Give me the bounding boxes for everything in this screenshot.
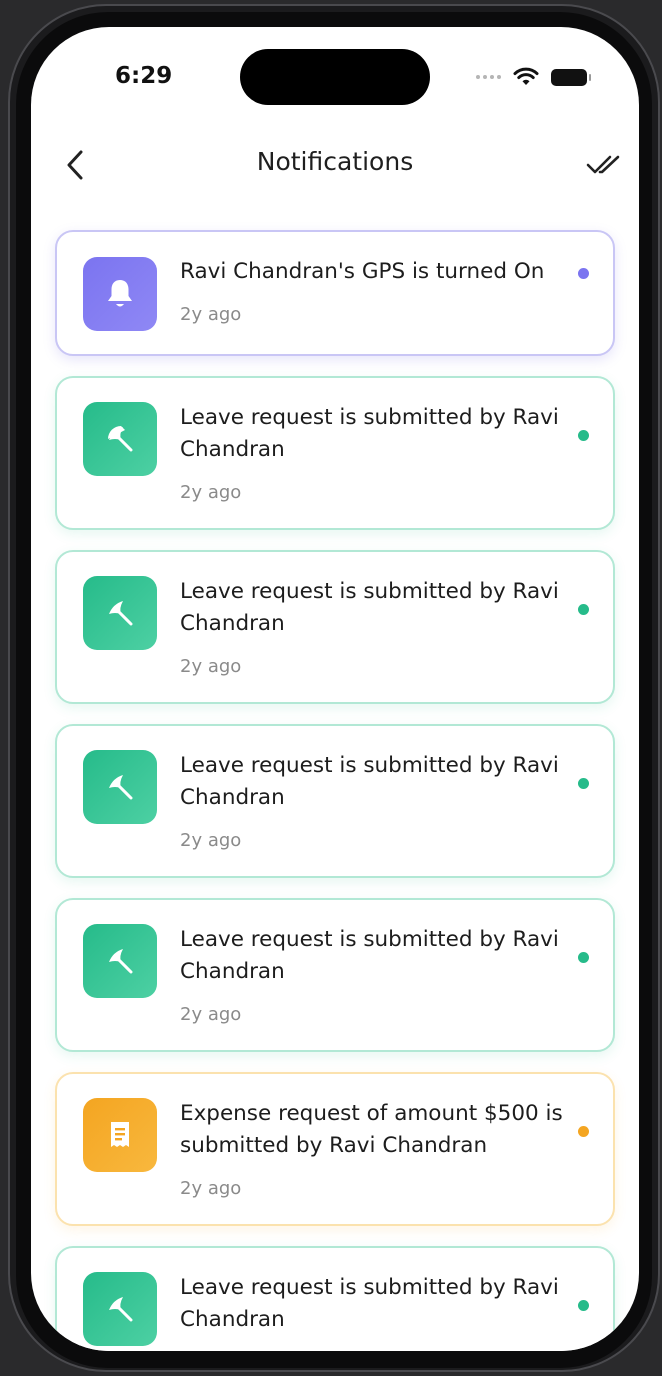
notification-icon-box	[83, 750, 157, 824]
unread-dot	[578, 952, 589, 963]
notification-message: Expense request of amount $500 is submit…	[180, 1101, 563, 1158]
umbrella-icon	[109, 775, 133, 800]
notification-message: Leave request is submitted by Ravi Chand…	[180, 579, 559, 636]
wifi-icon	[513, 67, 539, 85]
notification-card[interactable]: Leave request is submitted by Ravi Chand…	[55, 550, 615, 704]
notification-message: Leave request is submitted by Ravi Chand…	[180, 1275, 559, 1332]
unread-dot	[578, 430, 589, 441]
notification-message: Leave request is submitted by Ravi Chand…	[180, 927, 559, 984]
notification-icon-box	[83, 576, 157, 650]
notification-message: Ravi Chandran's GPS is turned On	[180, 259, 545, 284]
notification-card[interactable]: Ravi Chandran's GPS is turned On 2y ago	[55, 230, 615, 356]
unread-dot	[578, 1300, 589, 1311]
umbrella-icon	[109, 601, 133, 626]
dynamic-island	[240, 49, 430, 105]
double-check-icon	[586, 155, 620, 174]
unread-dot	[578, 778, 589, 789]
page-title: Notifications	[256, 147, 414, 176]
notification-card[interactable]: Leave request is submitted by Ravi Chand…	[55, 1246, 615, 1351]
notification-card[interactable]: Leave request is submitted by Ravi Chand…	[55, 376, 615, 530]
notification-icon-box	[83, 1272, 157, 1346]
notification-card[interactable]: Expense request of amount $500 is submit…	[55, 1072, 615, 1226]
notification-card[interactable]: Leave request is submitted by Ravi Chand…	[55, 724, 615, 878]
umbrella-icon	[108, 426, 133, 452]
unread-dot	[578, 1126, 589, 1137]
unread-dot	[578, 604, 589, 615]
cellular-signal-icon	[476, 75, 501, 79]
notification-icon-box	[83, 1098, 157, 1172]
notification-time: 2y ago	[180, 304, 242, 325]
notification-message: Leave request is submitted by Ravi Chand…	[180, 753, 559, 810]
header: Notifications	[31, 137, 639, 193]
notification-time: 2y ago	[180, 1004, 242, 1025]
umbrella-icon	[109, 1297, 133, 1322]
notification-icon-box	[83, 257, 157, 331]
bell-icon	[108, 280, 132, 307]
umbrella-icon	[109, 949, 133, 974]
receipt-icon	[111, 1122, 129, 1147]
notification-card[interactable]: Leave request is submitted by Ravi Chand…	[55, 898, 615, 1052]
notification-time: 2y ago	[180, 482, 242, 503]
unread-dot	[578, 268, 589, 279]
notification-time: 2y ago	[180, 656, 242, 677]
notification-time: 2y ago	[180, 830, 242, 851]
notification-message: Leave request is submitted by Ravi Chand…	[180, 405, 559, 462]
battery-icon	[551, 68, 591, 86]
notification-icon-box	[83, 402, 157, 476]
notification-icon-box	[83, 924, 157, 998]
app-screen: 6:29 Notifications Ravi Chandran's GPS i…	[31, 27, 639, 1351]
status-time: 6:29	[115, 63, 173, 89]
notification-time: 2y ago	[180, 1178, 242, 1199]
status-icons	[476, 67, 591, 87]
mark-all-read-button[interactable]	[585, 149, 625, 181]
